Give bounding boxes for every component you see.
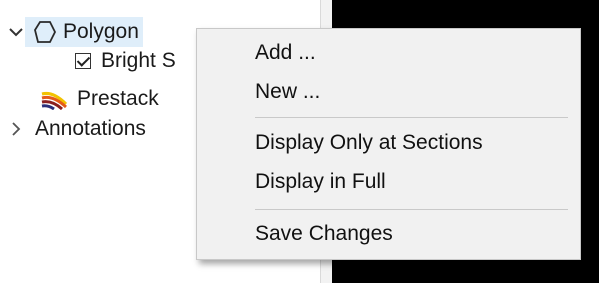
menu-item-new[interactable]: New ... bbox=[255, 80, 320, 104]
chevron-right-icon[interactable] bbox=[7, 122, 25, 136]
menu-item-add[interactable]: Add ... bbox=[255, 41, 316, 65]
tree-item-label: Bright S bbox=[101, 49, 176, 72]
menu-item-display-in-full[interactable]: Display in Full bbox=[255, 170, 386, 194]
menu-separator bbox=[255, 209, 568, 210]
seismic-stripes-icon bbox=[41, 88, 67, 110]
tree-item-label: Polygon bbox=[63, 20, 139, 43]
tree-item-prestack[interactable]: Prestack bbox=[41, 84, 159, 114]
menu-separator bbox=[255, 117, 568, 118]
tree-item-bright[interactable]: Bright S bbox=[75, 46, 176, 76]
menu-item-save-changes[interactable]: Save Changes bbox=[255, 222, 393, 246]
tree-item-polygon[interactable]: Polygon bbox=[7, 17, 143, 47]
polygon-icon bbox=[33, 20, 57, 44]
chevron-down-icon[interactable] bbox=[7, 27, 25, 37]
tree-item-label: Prestack bbox=[77, 87, 159, 110]
checkbox[interactable] bbox=[75, 53, 91, 69]
context-menu: Add ... New ... Display Only at Sections… bbox=[196, 28, 581, 260]
tree-item-annotations[interactable]: Annotations bbox=[7, 114, 146, 144]
tree-item-label: Annotations bbox=[35, 117, 146, 140]
menu-item-display-only-at-sections[interactable]: Display Only at Sections bbox=[255, 131, 483, 155]
tree-item-selection[interactable]: Polygon bbox=[25, 17, 143, 47]
